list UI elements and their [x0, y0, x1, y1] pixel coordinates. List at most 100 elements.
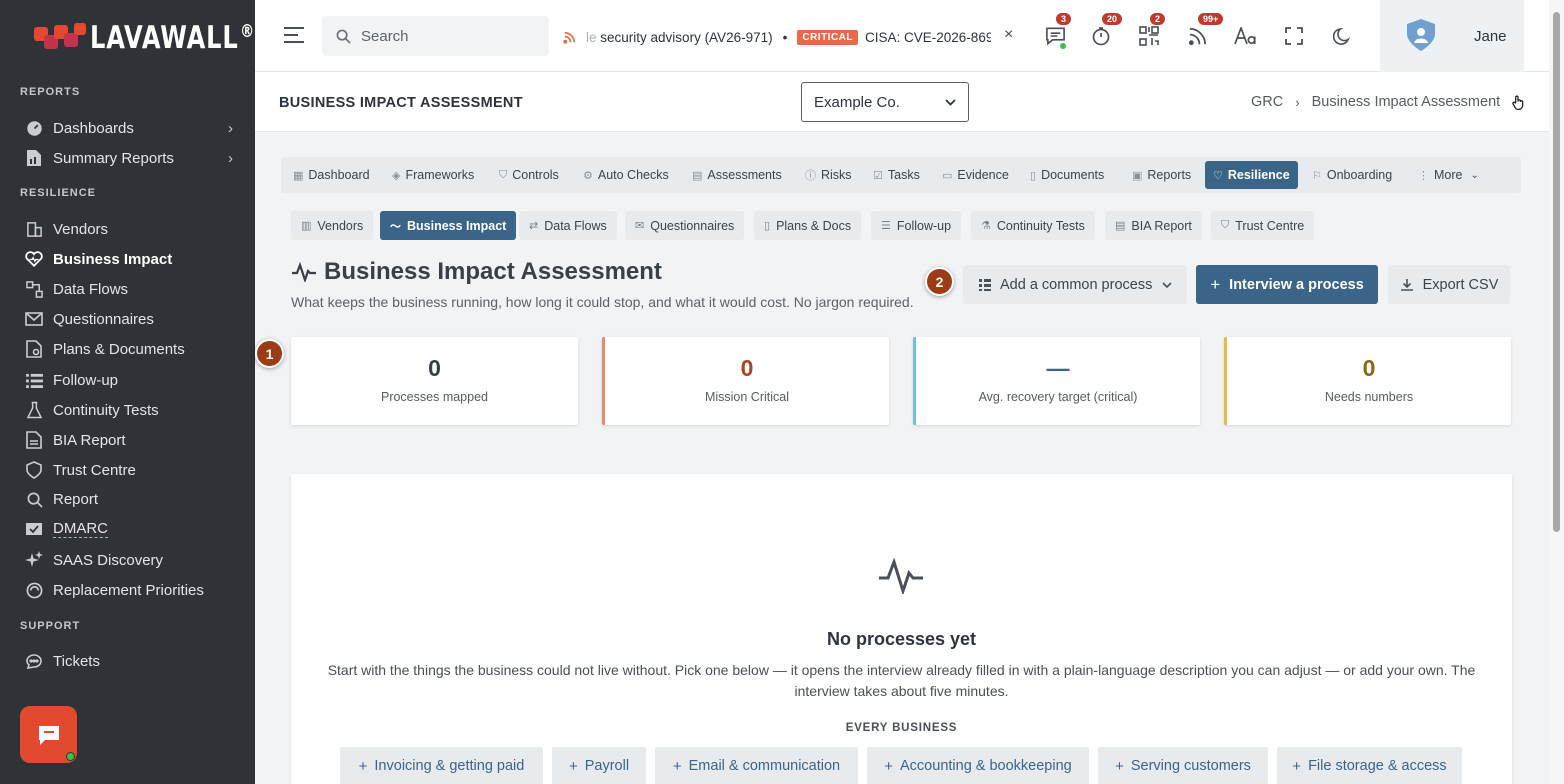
plus-icon: + — [1115, 757, 1124, 775]
add-common-process-button[interactable]: Add a common process — [963, 265, 1187, 304]
qr-code-icon — [1139, 26, 1159, 46]
process-group-label: EVERY BUSINESS — [845, 722, 958, 734]
tab-auto-checks[interactable]: ⚙ Auto Checks — [575, 161, 677, 189]
ticker-item[interactable]: CISA: CVE-2026-8695 — [865, 30, 991, 45]
alert-circle-icon: ⓘ — [805, 170, 816, 182]
sidebar-item-dashboards[interactable]: Dashboards › — [24, 114, 239, 142]
font-size-button[interactable] — [1231, 22, 1259, 50]
company-select[interactable]: Example Co. — [801, 82, 969, 122]
tab-resilience[interactable]: ♡ Resilience — [1205, 161, 1298, 189]
page-scrollbar[interactable] — [1549, 0, 1564, 784]
sidebar-item-vendors[interactable]: Vendors — [24, 215, 239, 243]
sidebar-item-report[interactable]: Report — [24, 485, 239, 513]
tab-more[interactable]: ⋮ More ⌄ — [1410, 161, 1487, 189]
quick-add-process-chip[interactable]: + Payroll — [552, 747, 646, 784]
more-vertical-icon: ⋮ — [1418, 169, 1429, 182]
flask-icon — [24, 400, 44, 420]
tab-assessments[interactable]: ▤ Assessments — [684, 161, 790, 189]
plus-icon: + — [568, 757, 578, 775]
timer-button[interactable]: 20 — [1087, 12, 1124, 50]
sidebar-item-follow-up[interactable]: Follow-up — [24, 366, 239, 394]
heart-pulse-icon — [24, 249, 44, 269]
tab-dashboard[interactable]: ▦ Dashboard — [285, 161, 378, 189]
search-box[interactable] — [322, 16, 549, 56]
chevron-right-icon: › — [228, 149, 233, 167]
feed-button[interactable]: 99+ — [1183, 12, 1225, 50]
online-status-dot — [66, 752, 75, 761]
tab-risks[interactable]: ⓘ Risks — [797, 161, 860, 189]
subtab-bia-report[interactable]: ▤ BIA Report — [1105, 211, 1202, 240]
subtab-business-impact[interactable]: 〜 Business Impact — [380, 211, 517, 240]
breadcrumb-current: Business Impact Assessment — [1311, 94, 1501, 110]
news-ticker[interactable]: le security advisory (AV26-971) • CRITIC… — [563, 26, 991, 48]
stat-value: 0 — [740, 355, 754, 381]
sidebar-item-dmarc[interactable]: DMARC — [24, 515, 239, 543]
rss-icon — [563, 31, 575, 44]
dark-mode-toggle[interactable] — [1328, 22, 1356, 50]
module-tabs: ▦ Dashboard ◈ Frameworks ⛉ Controls ⚙ Auto C… — [281, 157, 1521, 193]
stat-label: Processes mapped — [380, 390, 488, 404]
quick-add-process-chip[interactable]: + Email & communication — [655, 747, 858, 784]
sparkle-icon — [24, 550, 44, 570]
page-header: BUSINESS IMPACT ASSESSMENT Example Co. G… — [255, 72, 1549, 132]
subtab-data-flows[interactable]: ⇄ Data Flows — [519, 211, 617, 240]
tab-onboarding[interactable]: ⚐ Onboarding — [1304, 161, 1400, 189]
subtab-questionnaires[interactable]: ✉ Questionnaires — [625, 211, 745, 240]
subtab-continuity-tests[interactable]: ⚗ Continuity Tests — [971, 211, 1095, 240]
quick-add-process-chip[interactable]: + Accounting & bookkeeping — [867, 747, 1089, 784]
chevron-down-icon — [945, 98, 956, 106]
sidebar-item-plans-documents[interactable]: Plans & Documents — [24, 335, 239, 363]
scrollbar-thumb[interactable] — [1553, 12, 1560, 532]
quick-add-process-chip[interactable]: + Invoicing & getting paid — [340, 747, 543, 784]
breadcrumb-item[interactable]: GRC — [1251, 94, 1283, 110]
tab-documents[interactable]: ▯ Documents — [1022, 161, 1112, 189]
stat-card-needs-numbers: 0 Needs numbers — [1224, 337, 1511, 425]
tab-reports[interactable]: ▣ Reports — [1124, 161, 1199, 189]
user-menu[interactable]: Jane — [1380, 0, 1524, 72]
sidebar-item-data-flows[interactable]: Data Flows — [24, 275, 239, 303]
menu-toggle-icon[interactable] — [283, 26, 305, 44]
rss-feed-icon — [1188, 27, 1206, 45]
subtab-trust-centre[interactable]: ⛉ Trust Centre — [1211, 211, 1315, 240]
stat-label: Avg. recovery target (critical) — [978, 390, 1138, 404]
sidebar-item-questionnaires[interactable]: Questionnaires — [24, 305, 239, 333]
stat-label: Mission Critical — [704, 390, 790, 404]
export-csv-button[interactable]: Export CSV — [1388, 265, 1510, 304]
tab-tasks[interactable]: ☑ Tasks — [865, 161, 928, 189]
ticker-item[interactable]: security advisory (AV26-971) — [600, 30, 772, 45]
building-icon: ▥ — [301, 220, 312, 232]
sidebar-item-saas-discovery[interactable]: SAAS Discovery — [24, 546, 239, 574]
mail-open-icon — [24, 309, 44, 329]
sidebar-item-tickets[interactable]: Tickets — [24, 647, 239, 675]
sidebar-item-summary-reports[interactable]: Summary Reports › — [24, 144, 239, 172]
tab-frameworks[interactable]: ◈ Frameworks — [384, 161, 482, 189]
quick-add-process-chip[interactable]: + File storage & access — [1277, 747, 1462, 784]
section-reports: REPORTS — [20, 86, 81, 98]
sidebar-item-business-impact[interactable]: Business Impact — [24, 245, 239, 273]
sidebar-item-trust-centre[interactable]: Trust Centre — [24, 456, 239, 484]
interview-process-button[interactable]: + Interview a process — [1196, 265, 1378, 304]
qr-button[interactable]: 2 — [1135, 12, 1167, 50]
subtab-plans-docs[interactable]: ▯ Plans & Docs — [754, 211, 862, 240]
messages-count-badge: 3 — [1055, 12, 1073, 26]
stat-value: 0 — [1362, 355, 1376, 381]
lavawall-logo-icon — [32, 21, 88, 55]
heart-pulse-icon: ♡ — [1213, 169, 1223, 182]
sidebar-item-continuity-tests[interactable]: Continuity Tests — [24, 396, 239, 424]
subtab-vendors[interactable]: ▥ Vendors — [291, 211, 374, 240]
ticker-close-button[interactable]: × — [1004, 26, 1013, 44]
online-dot — [1060, 43, 1066, 49]
quick-add-process-chip[interactable]: + Serving customers — [1098, 747, 1268, 784]
fullscreen-button[interactable] — [1280, 22, 1308, 50]
sidebar-item-replacement-priorities[interactable]: Replacement Priorities — [24, 576, 239, 604]
tab-evidence[interactable]: ▭ Evidence — [934, 161, 1017, 189]
moon-icon — [1332, 27, 1350, 45]
plus-icon: + — [1210, 274, 1221, 294]
sidebar-item-bia-report[interactable]: BIA Report — [24, 426, 239, 454]
subtab-follow-up[interactable]: ☰ Follow-up — [871, 211, 962, 240]
messages-button[interactable]: 3 — [1041, 12, 1073, 50]
tab-controls[interactable]: ⛉ Controls — [491, 161, 567, 189]
chevron-down-icon: ⌄ — [1470, 169, 1479, 181]
search-input[interactable] — [361, 27, 531, 45]
chart-icon: ▣ — [1132, 169, 1143, 182]
